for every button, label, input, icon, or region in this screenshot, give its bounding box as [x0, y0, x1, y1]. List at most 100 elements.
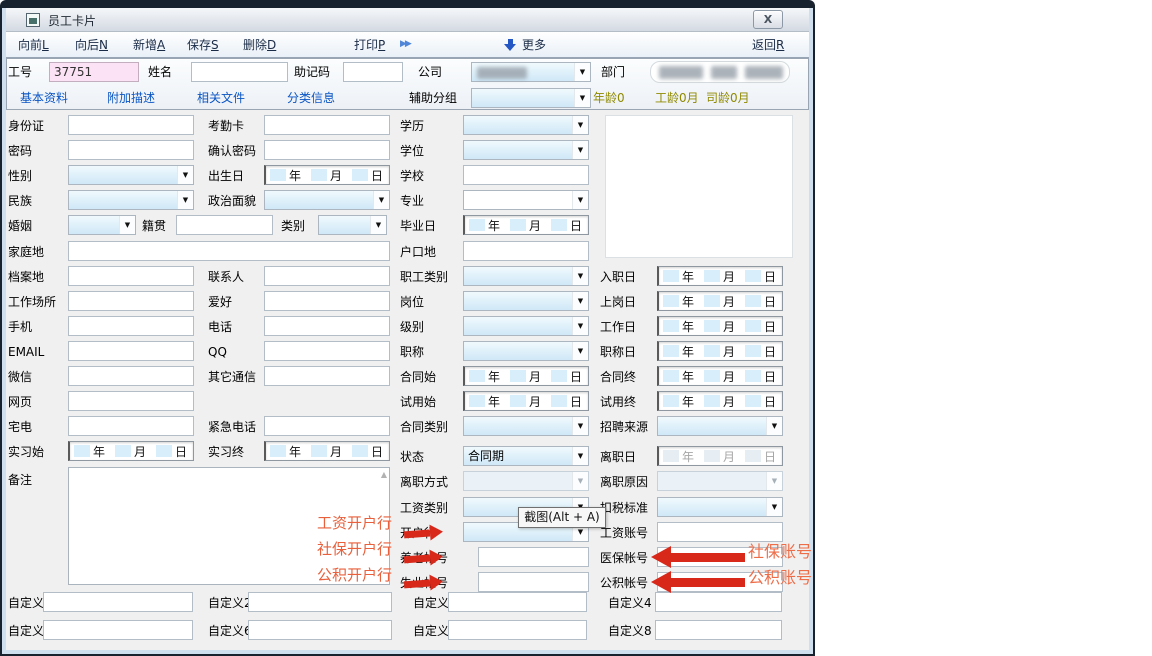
- more-button[interactable]: 更多: [522, 36, 546, 54]
- date-input[interactable]: 年月日: [463, 391, 589, 411]
- next-button[interactable]: 向后N: [75, 36, 108, 54]
- close-button[interactable]: X: [753, 10, 783, 29]
- text-input[interactable]: [68, 366, 194, 386]
- dropdown-arrow-icon[interactable]: ▼: [572, 342, 588, 360]
- text-input[interactable]: [264, 341, 390, 361]
- dropdown-arrow-icon[interactable]: ▼: [572, 417, 588, 435]
- custom-field-input[interactable]: [43, 620, 193, 640]
- date-input[interactable]: 年月日: [657, 446, 783, 466]
- date-input[interactable]: 年月日: [657, 316, 783, 336]
- add-button[interactable]: 新增A: [133, 36, 165, 54]
- dropdown-arrow-icon[interactable]: ▼: [572, 447, 588, 465]
- combo-box[interactable]: ▼: [463, 115, 589, 135]
- dropdown-arrow-icon[interactable]: ▼: [572, 191, 588, 209]
- save-button[interactable]: 保存S: [187, 36, 219, 54]
- combo-box[interactable]: ▼: [463, 266, 589, 286]
- tab-category-info[interactable]: 分类信息: [287, 88, 335, 108]
- date-input[interactable]: 年月日: [657, 341, 783, 361]
- text-input[interactable]: [68, 241, 390, 261]
- tab-basic-info[interactable]: 基本资料: [20, 88, 68, 108]
- date-input[interactable]: 年月日: [657, 291, 783, 311]
- text-input[interactable]: [68, 416, 194, 436]
- combo-box[interactable]: ▼: [463, 416, 589, 436]
- date-input[interactable]: 年月日: [657, 391, 783, 411]
- date-input[interactable]: 年月日: [264, 165, 390, 185]
- date-input[interactable]: 年月日: [68, 441, 194, 461]
- text-input[interactable]: [68, 140, 194, 160]
- text-input[interactable]: [478, 547, 589, 567]
- tab-related-files[interactable]: 相关文件: [197, 88, 245, 108]
- combo-box[interactable]: 合同期▼: [463, 446, 589, 466]
- department-field[interactable]: [650, 61, 790, 83]
- dropdown-arrow-icon[interactable]: ▼: [572, 116, 588, 134]
- date-input[interactable]: 年月日: [657, 266, 783, 286]
- combo-box[interactable]: ▼: [318, 215, 387, 235]
- combo-box[interactable]: ▼: [463, 316, 589, 336]
- combo-box[interactable]: ▼: [68, 190, 194, 210]
- combo-box[interactable]: ▼: [463, 341, 589, 361]
- text-input[interactable]: [463, 165, 589, 185]
- photo-box[interactable]: [605, 115, 793, 258]
- dropdown-arrow-icon[interactable]: ▼: [766, 498, 782, 516]
- text-input[interactable]: [478, 572, 589, 592]
- date-input[interactable]: 年月日: [463, 215, 589, 235]
- combo-box[interactable]: ▼: [657, 497, 783, 517]
- dropdown-arrow-icon[interactable]: ▼: [572, 141, 588, 159]
- dropdown-arrow-icon[interactable]: ▼: [119, 216, 135, 234]
- dropdown-arrow-icon[interactable]: ▼: [177, 166, 193, 184]
- aux-group-select[interactable]: ▼: [471, 88, 591, 108]
- print-button[interactable]: 打印P: [354, 36, 385, 54]
- date-input[interactable]: 年月日: [657, 366, 783, 386]
- text-input[interactable]: [264, 316, 390, 336]
- employee-no-field[interactable]: 37751: [49, 62, 139, 82]
- dropdown-arrow-icon[interactable]: ▼: [574, 63, 590, 81]
- mnemonic-field[interactable]: [343, 62, 403, 82]
- text-input[interactable]: [68, 115, 194, 135]
- dropdown-arrow-icon[interactable]: ▼: [574, 89, 590, 107]
- combo-box[interactable]: ▼: [463, 190, 589, 210]
- custom-field-input[interactable]: [43, 592, 193, 612]
- custom-field-input[interactable]: [448, 620, 587, 640]
- delete-button[interactable]: 删除D: [243, 36, 276, 54]
- text-input[interactable]: [68, 266, 194, 286]
- text-input[interactable]: [264, 140, 390, 160]
- tab-extra-desc[interactable]: 附加描述: [107, 88, 155, 108]
- dropdown-arrow-icon[interactable]: ▼: [370, 216, 386, 234]
- scroll-up-icon[interactable]: ▲: [381, 470, 387, 479]
- text-input[interactable]: [264, 291, 390, 311]
- dropdown-arrow-icon[interactable]: ▼: [766, 417, 782, 435]
- combo-box[interactable]: ▼: [463, 291, 589, 311]
- text-input[interactable]: [176, 215, 273, 235]
- text-input[interactable]: [264, 416, 390, 436]
- text-input[interactable]: [264, 266, 390, 286]
- dropdown-arrow-icon[interactable]: ▼: [177, 191, 193, 209]
- expand-toolbar-icon[interactable]: ▶▶: [400, 39, 410, 49]
- name-field[interactable]: [191, 62, 288, 82]
- dropdown-arrow-icon[interactable]: ▼: [572, 267, 588, 285]
- text-input[interactable]: [68, 391, 194, 411]
- text-input[interactable]: [68, 316, 194, 336]
- custom-field-input[interactable]: [248, 592, 392, 612]
- dropdown-arrow-icon[interactable]: ▼: [572, 317, 588, 335]
- custom-field-input[interactable]: [448, 592, 587, 612]
- date-input[interactable]: 年月日: [264, 441, 390, 461]
- text-input[interactable]: [68, 341, 194, 361]
- date-input[interactable]: 年月日: [463, 366, 589, 386]
- combo-box[interactable]: ▼: [68, 165, 194, 185]
- custom-field-input[interactable]: [248, 620, 392, 640]
- back-button[interactable]: 返回R: [752, 36, 784, 54]
- company-select[interactable]: ▼: [471, 62, 591, 82]
- text-input[interactable]: [264, 366, 390, 386]
- combo-box[interactable]: ▼: [463, 140, 589, 160]
- custom-field-input[interactable]: [655, 620, 782, 640]
- dropdown-arrow-icon[interactable]: ▼: [373, 191, 389, 209]
- combo-box[interactable]: ▼: [68, 215, 136, 235]
- text-input[interactable]: [264, 115, 390, 135]
- custom-field-input[interactable]: [655, 592, 782, 612]
- title-bar[interactable]: 员工卡片 X: [6, 8, 809, 32]
- dropdown-arrow-icon[interactable]: ▼: [572, 292, 588, 310]
- text-input[interactable]: [68, 291, 194, 311]
- text-input[interactable]: [463, 241, 589, 261]
- combo-box[interactable]: ▼: [264, 190, 390, 210]
- prev-button[interactable]: 向前L: [18, 36, 49, 54]
